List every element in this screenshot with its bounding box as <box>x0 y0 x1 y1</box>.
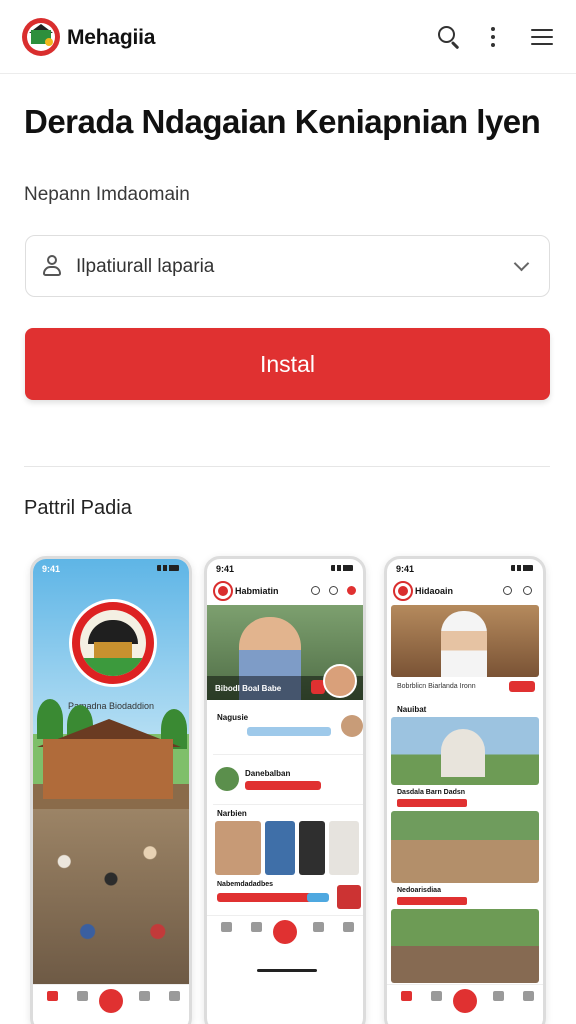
tab-four[interactable] <box>303 922 333 935</box>
hero-image[interactable]: Bibodl Boal Babe <box>207 605 363 700</box>
phone-app-header: Habmiatin <box>207 577 363 605</box>
live-badge <box>509 681 535 692</box>
tab-four[interactable] <box>129 991 159 1004</box>
more-icon[interactable] <box>523 586 532 595</box>
news-thumbnail[interactable] <box>265 821 295 875</box>
page-subtitle: Nepann Imdaomain <box>24 184 190 205</box>
search-icon[interactable] <box>434 22 464 52</box>
mosque-image[interactable] <box>391 717 539 785</box>
account-select-field[interactable]: Ilpatiurall laparia <box>25 235 550 297</box>
hero-caption: Bibodl Boal Babe <box>215 684 282 693</box>
news-thumbnail[interactable] <box>329 821 359 875</box>
tab-home[interactable] <box>391 991 421 1004</box>
page-title: Derada Ndagaian Keniapnian lyen <box>24 103 541 140</box>
field-image[interactable] <box>391 909 539 983</box>
avatar <box>341 715 363 737</box>
list-item[interactable]: Nagusie <box>213 709 363 755</box>
preview-section-title: Pattril Padia <box>24 497 132 519</box>
image-caption: Nedoarisdiaa <box>397 887 441 894</box>
preview-phone-2[interactable]: 9:41 Habmiatin Bibodl Boal Babe Nagusie … <box>204 556 366 1024</box>
install-button[interactable]: Instal <box>25 328 550 400</box>
tab-five[interactable] <box>513 991 543 1004</box>
news-thumbnail[interactable] <box>299 821 325 875</box>
tab-four[interactable] <box>483 991 513 1004</box>
phone-app-header: Hidaoain <box>387 577 543 605</box>
user-icon <box>42 255 62 277</box>
card-title: Danebalban <box>245 769 291 778</box>
tab-home[interactable] <box>37 991 67 1004</box>
app-name: Mehagiia <box>67 26 156 49</box>
phone-app-name: Hidaoain <box>415 586 454 596</box>
app-logo <box>213 581 233 601</box>
menu-icon[interactable] <box>528 22 558 52</box>
tab-five[interactable] <box>333 922 363 935</box>
news-thumbnail[interactable] <box>337 885 361 909</box>
tab-home[interactable] <box>211 922 241 935</box>
preview-phone-3[interactable]: 9:41 Hidaoain Bobrblicn Biarlanda Ironn … <box>384 556 546 1024</box>
video-caption: Bobrblicn Biarlanda Ironn <box>397 683 476 690</box>
house <box>43 739 173 799</box>
home-indicator <box>257 969 317 972</box>
news-thumbnail[interactable] <box>215 821 261 875</box>
divider <box>24 466 550 467</box>
image-caption: Dasdala Barn Dadsn <box>397 789 466 796</box>
field-value: Ilpatiurall laparia <box>76 256 215 277</box>
tab-bar <box>207 915 363 959</box>
preview-phone-1[interactable]: 9:41 Pamadna Biodaddion <box>30 556 192 1024</box>
phone-app-name: Habmiatin <box>235 586 279 596</box>
notification-icon[interactable] <box>347 586 356 595</box>
search-icon[interactable] <box>503 586 512 595</box>
footer-title: Nabemdadadbes <box>217 881 274 888</box>
tab-two[interactable] <box>67 991 97 1004</box>
search-icon[interactable] <box>329 586 338 595</box>
app-bar: Mehagiia <box>0 0 576 74</box>
tab-five[interactable] <box>159 991 189 1004</box>
search-icon[interactable] <box>311 586 320 595</box>
avatar <box>215 767 239 791</box>
fab-button[interactable] <box>453 989 477 1013</box>
more-vert-icon[interactable] <box>478 22 508 52</box>
video-thumbnail[interactable] <box>391 605 539 677</box>
app-logo[interactable] <box>22 18 60 56</box>
app-logo <box>393 581 413 601</box>
tab-two[interactable] <box>241 922 271 935</box>
emblem-image <box>69 599 157 687</box>
tab-bar <box>33 984 189 1024</box>
card-title: Nagusie <box>217 713 249 722</box>
section-label: Nauibat <box>397 705 427 714</box>
chevron-down-icon[interactable] <box>513 256 531 274</box>
tab-two[interactable] <box>421 991 451 1004</box>
crowd-photo <box>33 809 189 984</box>
crowd-image[interactable] <box>391 811 539 883</box>
fab-button[interactable] <box>273 920 297 944</box>
tab-bar <box>387 984 543 1024</box>
fab-button[interactable] <box>99 989 123 1013</box>
avatar[interactable] <box>323 664 357 698</box>
section-label: Narbien <box>217 809 247 818</box>
list-item[interactable]: Danebalban <box>213 765 363 805</box>
